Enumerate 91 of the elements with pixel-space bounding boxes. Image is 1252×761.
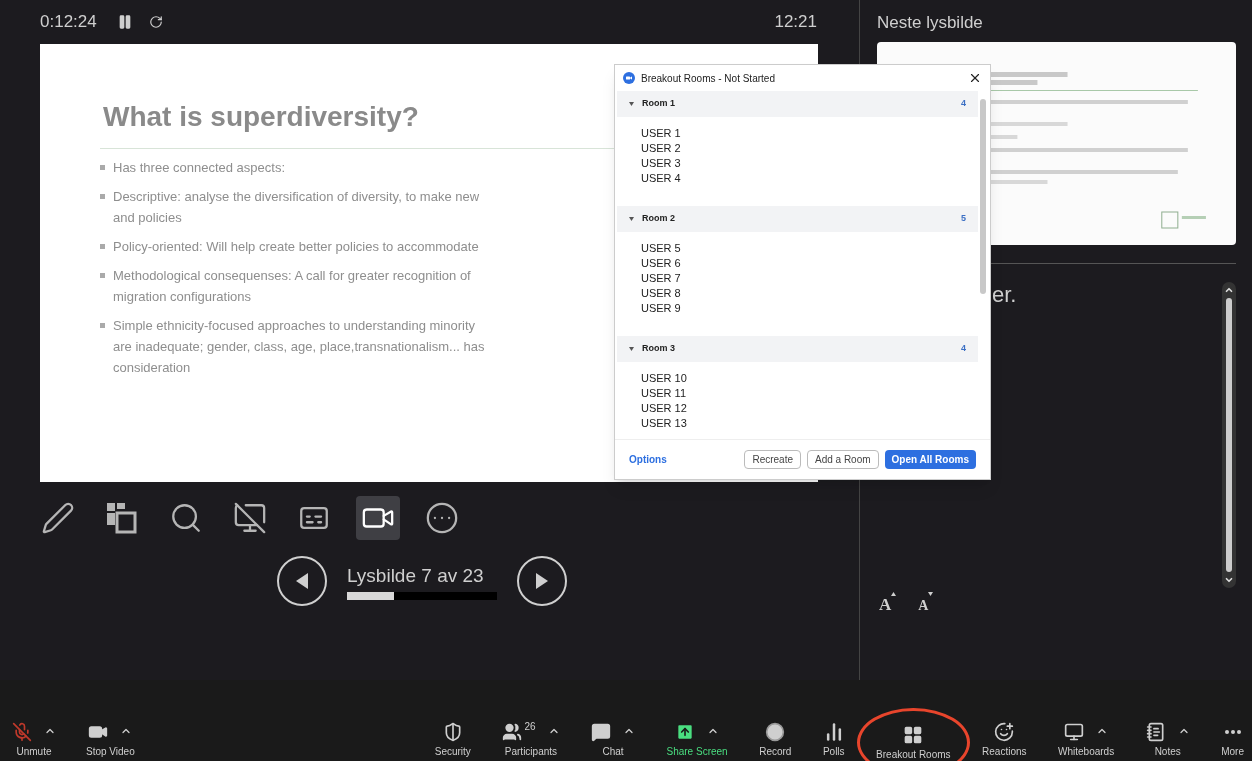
more-icon: [425, 501, 459, 535]
bullet-text: migration configurations: [113, 288, 253, 306]
close-button[interactable]: [968, 71, 982, 85]
bullet-text: Policy-oriented: Will help create better policies to accommodate: [113, 238, 479, 256]
restart-icon: [148, 15, 163, 29]
scroll-up-icon: [1224, 285, 1234, 295]
previous-slide-button[interactable]: [277, 556, 327, 606]
participant-name: USER 8: [641, 286, 682, 301]
bullet-icon: [100, 323, 105, 328]
muted-mic-icon: [12, 722, 32, 742]
room-header[interactable]: Room 1 4: [617, 91, 978, 117]
participant-name: USER 4: [641, 171, 682, 186]
whiteboard-icon: [1064, 722, 1085, 742]
restart-button[interactable]: [148, 15, 163, 29]
clock: 12:21: [774, 11, 817, 34]
elapsed-timer: 0:12:24: [40, 11, 97, 34]
bullet-text: Methodological consequenses: A call for greater recognition of: [113, 267, 471, 285]
room-member-count: 4: [961, 97, 966, 111]
layout-icon: [105, 501, 139, 535]
bullet-icon: [100, 165, 105, 170]
toolbar-button[interactable]: Security: [434, 722, 471, 757]
notes-icon: [1145, 722, 1166, 742]
down-triangle-icon: [928, 592, 934, 596]
decrease-font-button[interactable]: A: [918, 592, 934, 618]
slide-title: What is superdiversity?: [103, 100, 419, 134]
breakout-rooms-icon: [903, 725, 924, 745]
dialog-button[interactable]: Add a Room: [807, 450, 879, 469]
participant-name: USER 9: [641, 301, 682, 316]
pen-icon: [41, 501, 75, 535]
speaker-notes: er.: [992, 282, 1017, 308]
toolbar-button[interactable]: Notes: [1145, 722, 1190, 757]
bullet-text: are inadequate; gender, class, age, place,transnationalism... has: [113, 338, 485, 356]
toolbar-button[interactable]: Unmute: [12, 722, 56, 757]
options-link[interactable]: Options: [629, 452, 667, 467]
room-member-count: 4: [961, 342, 966, 356]
participant-name: USER 2: [641, 141, 682, 156]
toolbar-button[interactable]: Stop Video: [86, 722, 135, 757]
increase-font-button[interactable]: A: [879, 592, 897, 618]
participant-name: USER 11: [641, 386, 688, 401]
room-member-count: 5: [961, 212, 966, 226]
participant-name: USER 5: [641, 241, 682, 256]
participant-name: USER 13: [641, 416, 688, 431]
right-triangle-icon: [536, 573, 548, 589]
toolbar-button[interactable]: Reactions: [982, 722, 1027, 757]
chat-icon: [591, 722, 611, 742]
collapse-triangle-icon: [629, 217, 634, 221]
room-header[interactable]: Room 3 4: [617, 336, 978, 362]
toolbar-button[interactable]: Share Screen: [666, 722, 728, 757]
bullet-text: Simple ethnicity-focused approaches to understanding minority: [113, 317, 477, 335]
toolbar-button[interactable]: 26 Participants: [502, 722, 560, 757]
dialog-button[interactable]: Open All Rooms: [884, 450, 976, 469]
collapse-triangle-icon: [629, 102, 634, 106]
toolbar-button[interactable]: Record: [759, 722, 792, 757]
close-icon: [968, 71, 982, 85]
toolbar-button[interactable]: More: [1221, 722, 1244, 757]
participant-name: USER 7: [641, 271, 682, 286]
bullet-text: consideration: [113, 359, 192, 377]
toolbar-button[interactable]: Chat: [591, 722, 635, 757]
bullet-icon: [100, 244, 105, 249]
left-triangle-icon: [296, 573, 308, 589]
camera-button[interactable]: [356, 496, 400, 540]
dialog-title: Breakout Rooms - Not Started: [641, 71, 775, 86]
next-slide-button[interactable]: [517, 556, 567, 606]
toolbar-button[interactable]: Whiteboards: [1058, 722, 1115, 757]
toolbar-button[interactable]: Polls: [822, 722, 845, 757]
participant-count: 26: [524, 722, 536, 732]
reactions-icon: [994, 722, 1015, 742]
dialog-button[interactable]: Recreate: [744, 450, 801, 469]
slide-counter: Lysbilde 7 av 23: [347, 564, 485, 588]
bullet-text: Descriptive: analyse the diversification of diversity, to make new: [113, 188, 480, 206]
bullet-icon: [100, 273, 105, 278]
bullet-text: Has three connected aspects:: [113, 159, 285, 177]
collapse-triangle-icon: [629, 347, 634, 351]
bullet-text: and policies: [113, 209, 183, 227]
participant-name: USER 12: [641, 401, 688, 416]
next-slide-heading: Neste lysbilde: [877, 12, 984, 34]
participant-name: USER 10: [641, 371, 688, 386]
participants-icon: [502, 722, 523, 742]
search-icon: [169, 501, 203, 535]
room-header[interactable]: Room 2 5: [617, 206, 978, 232]
up-triangle-icon: [891, 592, 897, 596]
participant-name: USER 3: [641, 156, 682, 171]
toolbar-button[interactable]: Breakout Rooms: [857, 708, 970, 761]
participant-name: USER 1: [641, 126, 682, 141]
bullet-icon: [100, 194, 105, 199]
app-logo-icon: [623, 72, 635, 84]
scroll-down-icon: [1224, 575, 1234, 585]
participant-name: USER 6: [641, 256, 682, 271]
record-icon: [765, 722, 786, 742]
more-icon: [1224, 730, 1241, 734]
screen-off-icon: [233, 501, 267, 535]
